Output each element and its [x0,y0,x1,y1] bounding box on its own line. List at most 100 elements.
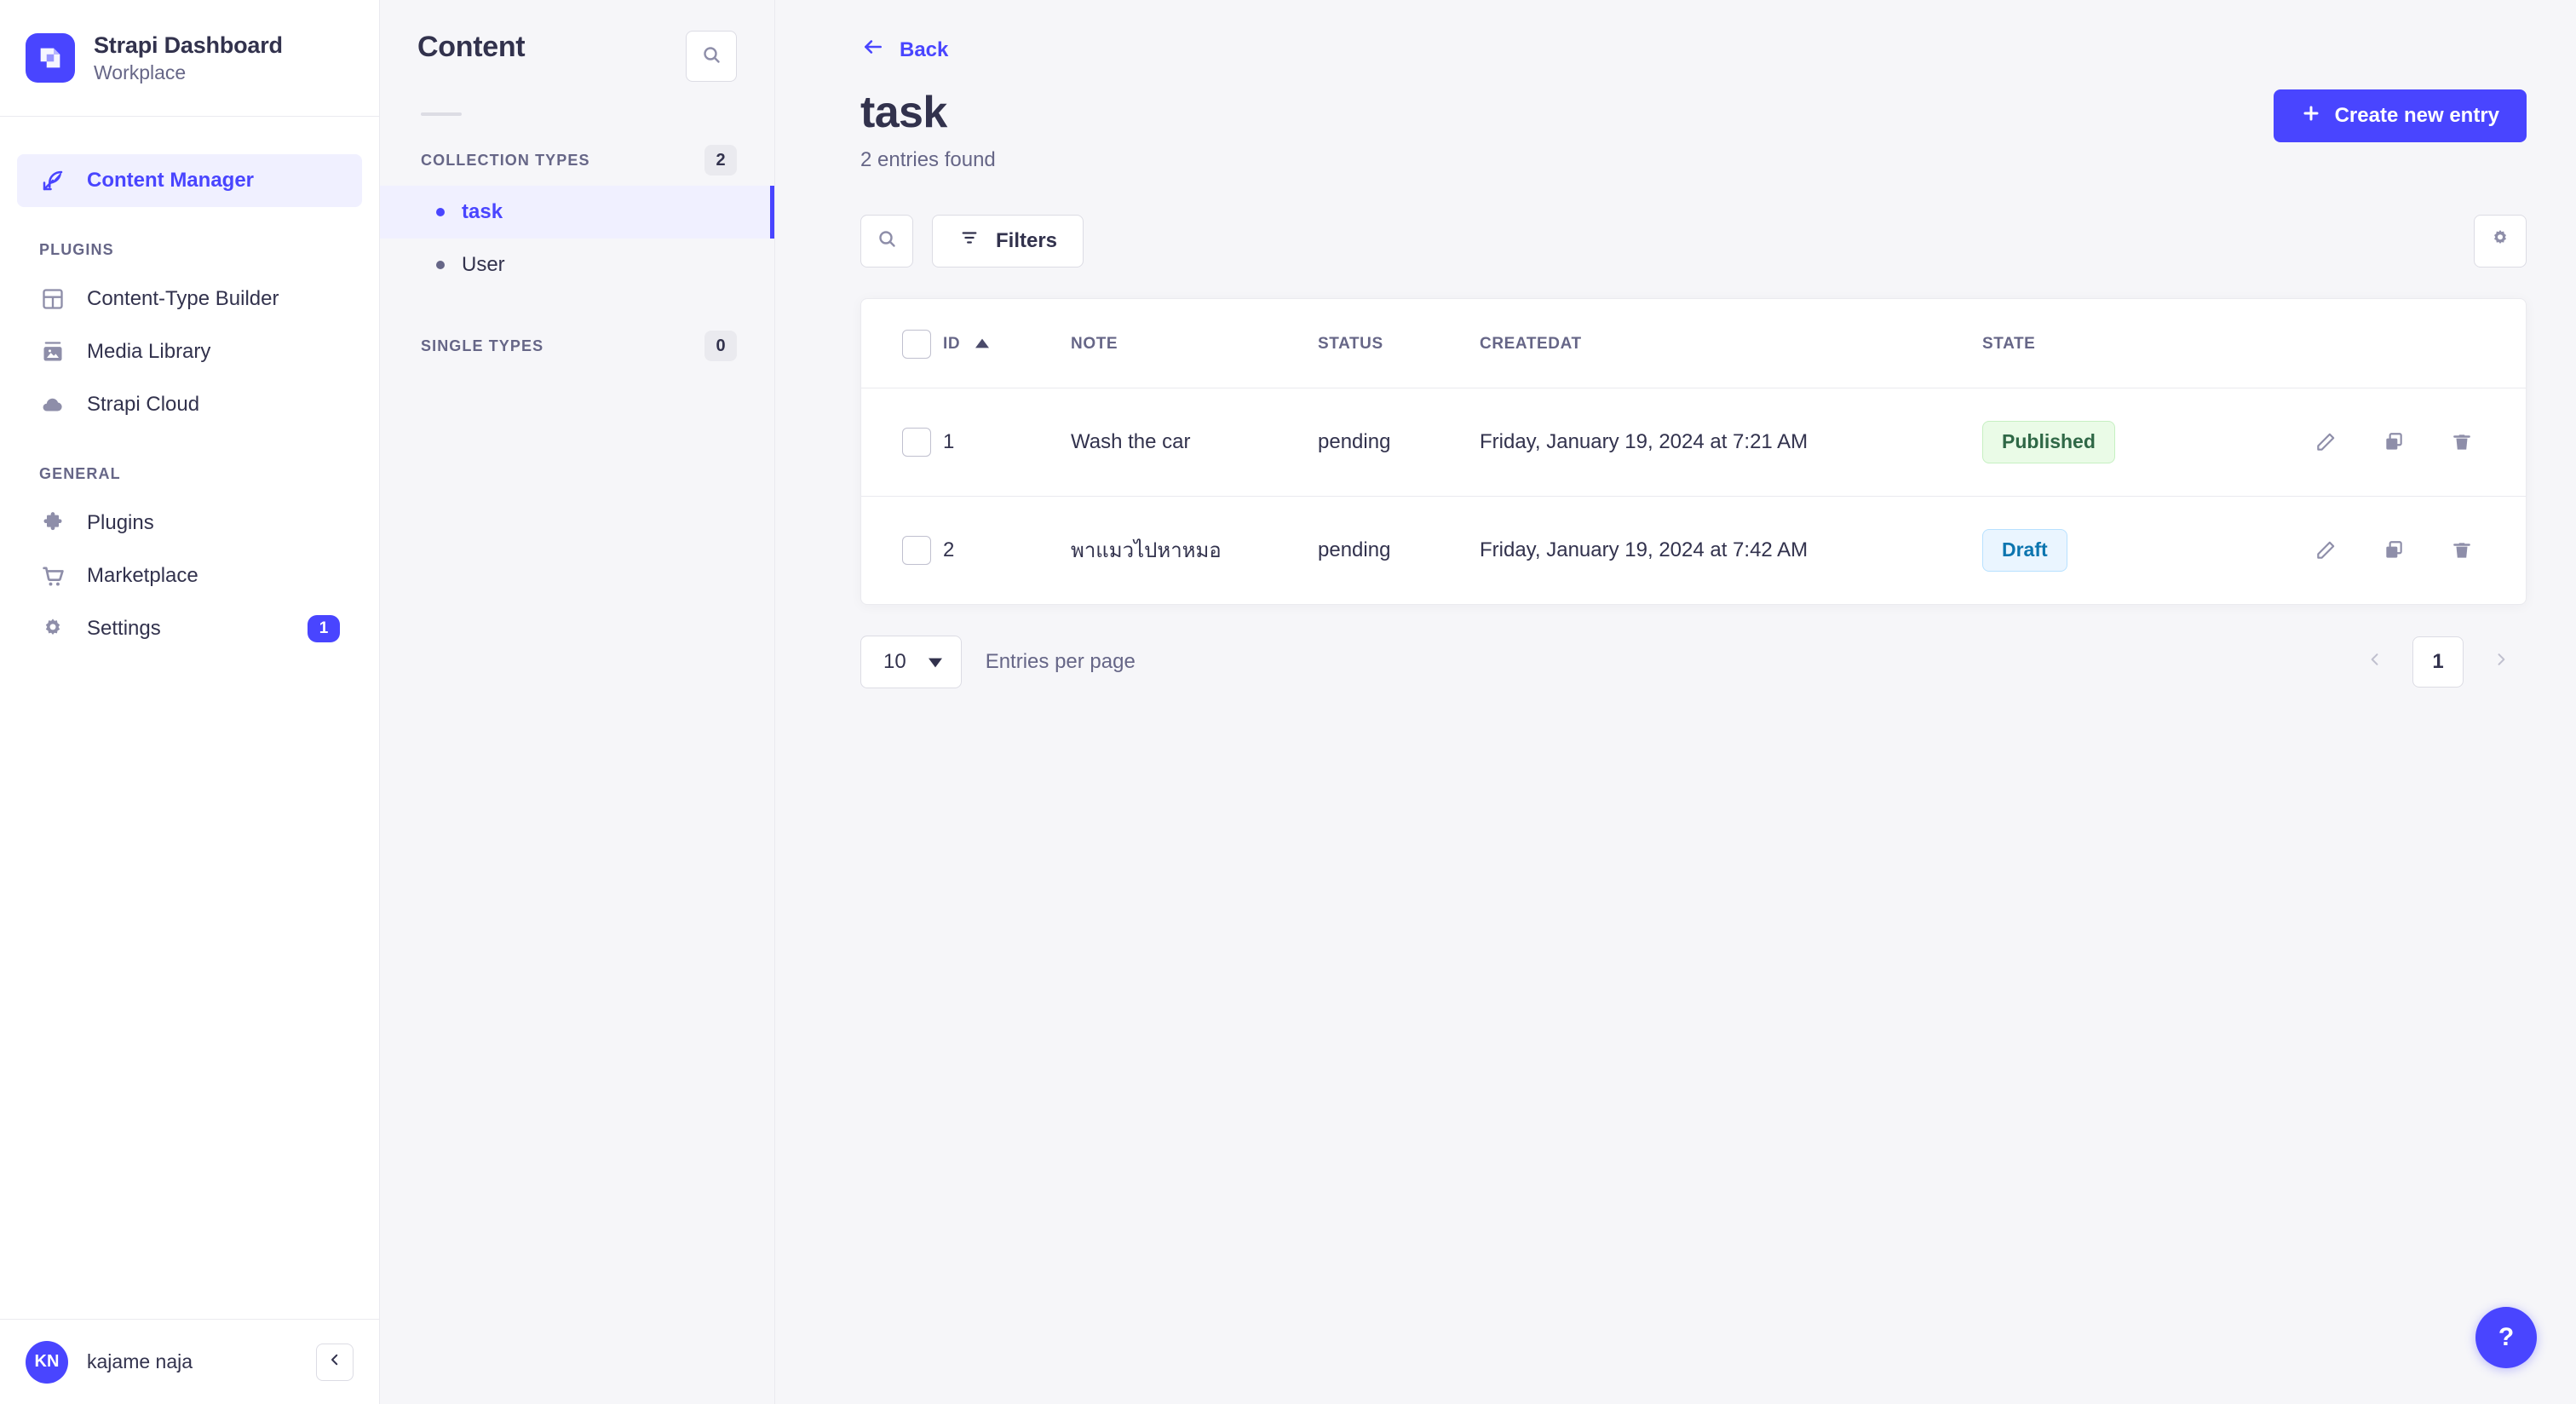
delete-icon[interactable] [2447,428,2476,457]
create-new-entry-label: Create new entry [2334,104,2499,127]
chevron-right-icon [2493,651,2510,672]
column-header-status[interactable]: STATUS [1318,298,1480,388]
cart-icon [39,562,66,590]
puzzle-icon [39,509,66,537]
pagination-bar: 10 Entries per page 1 [860,635,2527,688]
column-label-id: ID [943,334,961,353]
gear-icon [39,615,66,642]
edit-icon[interactable] [2311,428,2340,457]
sidebar-item-content-type-builder[interactable]: Content-Type Builder [17,273,362,325]
sidebar-section-general-label: GENERAL [39,465,121,482]
content-type-item-user[interactable]: User [380,239,774,291]
image-icon [39,338,66,365]
page-nav: 1 [2349,636,2527,688]
help-button[interactable]: ? [2475,1307,2537,1368]
sidebar-item-label: Strapi Cloud [87,393,200,416]
search-button[interactable] [860,214,913,268]
arrow-left-icon [860,36,886,64]
table-header: ID NOTE STATUS CREATEDAT STATE [861,298,2526,388]
column-label-createdat: CREATEDAT [1480,334,1582,353]
filters-button[interactable]: Filters [932,214,1084,268]
page-title: task [860,88,947,137]
duplicate-icon[interactable] [2379,428,2408,457]
sidebar-footer: KN kajame naja [0,1319,379,1404]
column-header-createdat[interactable]: CREATEDAT [1480,298,1982,388]
column-label-state: STATE [1982,334,2036,353]
select-all-checkbox[interactable] [902,329,931,359]
entries-table: ID NOTE STATUS CREATEDAT STATE 1 Wash th… [861,298,2526,604]
layout-icon [39,285,66,313]
sidebar-item-strapi-cloud[interactable]: Strapi Cloud [17,378,362,431]
cell-id: 2 [943,538,955,561]
row-checkbox[interactable] [902,427,931,457]
sidebar-item-media-library[interactable]: Media Library [17,325,362,378]
collapse-sidebar-button[interactable] [316,1343,354,1381]
cell-status: pending [1318,538,1391,561]
cell-state: Draft [1982,496,2263,604]
sidebar-item-label: Content Manager [87,169,255,192]
app-root: Strapi Dashboard Workplace Content Manag… [0,0,2576,1404]
avatar[interactable]: KN [26,1340,68,1384]
column-header-id[interactable]: ID [943,298,1071,388]
entries-table-container: ID NOTE STATUS CREATEDAT STATE 1 Wash th… [860,297,2527,605]
sort-ascending-icon[interactable] [975,335,990,354]
cloud-icon [39,391,66,418]
row-actions [2263,428,2526,457]
sidebar-item-settings[interactable]: Settings 1 [17,602,362,655]
table-settings-button[interactable] [2474,214,2527,268]
row-actions [2263,536,2526,565]
back-label: Back [900,37,949,61]
back-link[interactable]: Back [860,36,948,64]
previous-page-button[interactable] [2349,636,2401,688]
table-toolbar: Filters [775,172,2576,268]
sidebar-section-plugins-label: PLUGINS [39,241,114,258]
sidebar-item-plugins[interactable]: Plugins [17,497,362,550]
status-badge: Draft [1982,528,2067,572]
table-body: 1 Wash the car pending Friday, January 1… [861,388,2526,604]
content-type-item-task[interactable]: task [380,186,774,239]
column-header-note[interactable]: NOTE [1071,298,1318,388]
brand-title: Strapi Dashboard [94,32,283,58]
column-label-status: STATUS [1318,334,1383,353]
brand-header[interactable]: Strapi Dashboard Workplace [0,0,379,117]
entries-found-label: 2 entries found [860,147,996,171]
column-header-actions [2263,298,2526,388]
bullet-icon [436,208,445,216]
sidebar: Strapi Dashboard Workplace Content Manag… [0,0,380,1404]
search-icon [877,228,897,253]
row-checkbox[interactable] [902,535,931,565]
table-header-row: ID NOTE STATUS CREATEDAT STATE [861,298,2526,388]
cell-createdat: Friday, January 19, 2024 at 7:42 AM [1480,538,1808,561]
create-new-entry-button[interactable]: Create new entry [2273,89,2527,142]
page-number-button[interactable]: 1 [2412,636,2464,688]
table-row[interactable]: 2 พาแมวไปหาหมอ pending Friday, January 1… [861,496,2526,604]
content-types-panel: Content COLLECTION TYPES 2 task User SIN… [380,0,775,1404]
sidebar-item-label: Media Library [87,340,211,363]
duplicate-icon[interactable] [2379,536,2408,565]
cell-actions [2263,496,2526,604]
select-all-header [861,298,943,388]
cell-id: 1 [943,388,1071,497]
single-types-label: SINGLE TYPES [421,337,544,354]
sidebar-item-label: Marketplace [87,564,198,587]
column-header-state[interactable]: STATE [1982,298,2263,388]
feather-icon [39,167,66,194]
content-type-label: User [462,253,505,276]
delete-icon[interactable] [2447,536,2476,565]
cell-createdat: Friday, January 19, 2024 at 7:21 AM [1480,388,1982,497]
table-row[interactable]: 1 Wash the car pending Friday, January 1… [861,388,2526,497]
edit-icon[interactable] [2311,536,2340,565]
cell-note: Wash the car [1071,388,1318,497]
chevron-down-icon [928,650,942,674]
cell-state: Published [1982,388,2263,497]
sidebar-item-marketplace[interactable]: Marketplace [17,550,362,602]
plus-icon [2301,103,2321,129]
filters-label: Filters [996,228,1058,252]
content-types-search-button[interactable] [686,31,737,82]
cell-actions [2263,388,2526,497]
sidebar-item-content-manager[interactable]: Content Manager [17,154,362,207]
settings-badge: 1 [308,615,340,642]
gear-icon [2490,228,2510,253]
page-size-select[interactable]: 10 [860,635,962,688]
next-page-button[interactable] [2475,636,2527,688]
